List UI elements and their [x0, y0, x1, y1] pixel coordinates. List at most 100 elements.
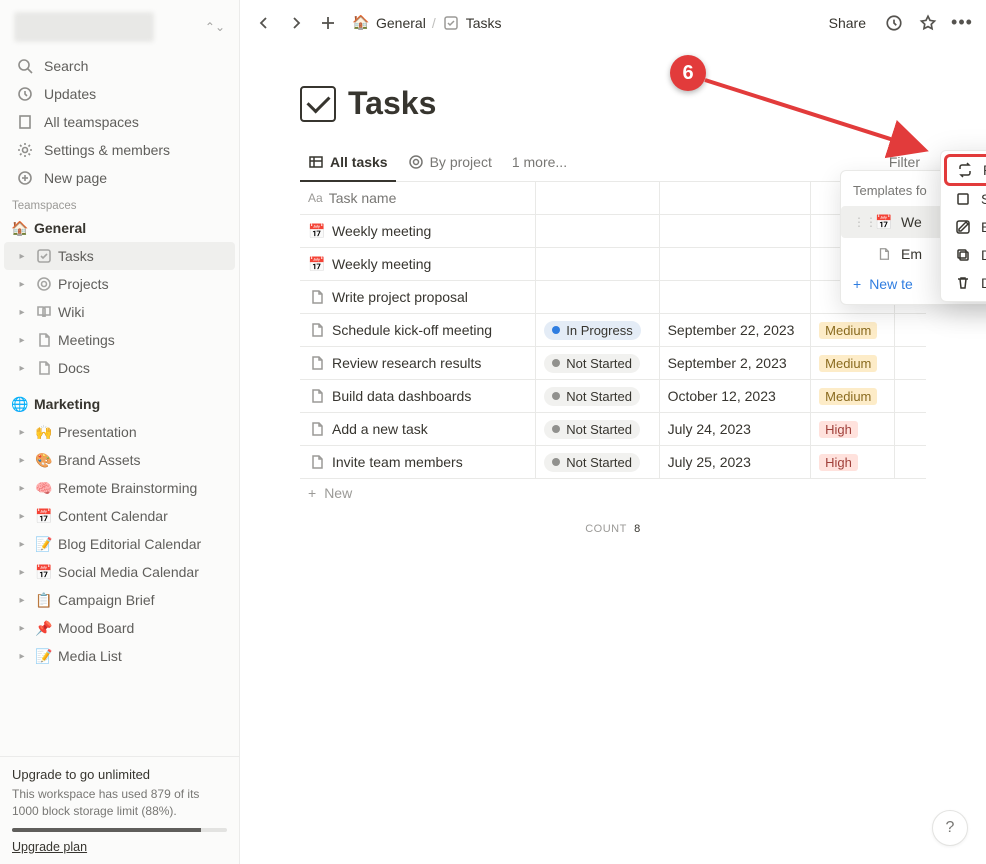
task-name[interactable]: Weekly meeting — [332, 223, 431, 239]
task-status[interactable]: Not Started — [536, 380, 659, 412]
chevron-right-icon[interactable]: ▸ — [14, 452, 30, 468]
table-row[interactable]: Schedule kick-off meeting In ProgressSept… — [300, 314, 926, 347]
chevron-right-icon[interactable]: ▸ — [14, 508, 30, 524]
chevron-right-icon[interactable]: ▸ — [14, 360, 30, 376]
sidebar-all-teamspaces[interactable]: All teamspaces — [6, 108, 233, 136]
view-tab-more[interactable]: 1 more... — [504, 147, 575, 177]
page-wiki[interactable]: ▸ Wiki — [4, 298, 235, 326]
sidebar-settings[interactable]: Settings & members — [6, 136, 233, 164]
share-button[interactable]: Share — [823, 11, 872, 35]
menu-delete[interactable]: Delete — [945, 269, 986, 297]
page-docs[interactable]: ▸ Docs — [4, 354, 235, 382]
page-media-list[interactable]: ▸📝Media List — [4, 642, 235, 670]
table-row[interactable]: Review research results Not StartedSeptem… — [300, 347, 926, 380]
task-priority[interactable]: Medium — [811, 347, 895, 379]
nav-forward-button[interactable] — [284, 11, 308, 35]
task-name[interactable]: Review research results — [332, 355, 481, 371]
task-status[interactable]: Not Started — [536, 446, 659, 478]
table-row[interactable]: Build data dashboards Not StartedOctober … — [300, 380, 926, 413]
new-tab-button[interactable] — [316, 11, 340, 35]
chevron-right-icon[interactable]: ▸ — [14, 648, 30, 664]
task-name[interactable]: Invite team members — [332, 454, 463, 470]
task-name[interactable]: Write project proposal — [332, 289, 468, 305]
page-presentation[interactable]: ▸🙌Presentation — [4, 418, 235, 446]
table-row[interactable]: Invite team members Not StartedJuly 25, 2… — [300, 446, 926, 479]
page-brand-assets[interactable]: ▸🎨Brand Assets — [4, 446, 235, 474]
task-priority[interactable]: High — [811, 413, 895, 445]
chevron-right-icon[interactable]: ▸ — [14, 592, 30, 608]
chevron-right-icon[interactable]: ▸ — [14, 332, 30, 348]
task-name[interactable]: Add a new task — [332, 421, 428, 437]
task-status[interactable] — [536, 248, 659, 280]
chevron-right-icon[interactable]: ▸ — [14, 304, 30, 320]
more-button[interactable]: ••• — [950, 11, 974, 35]
help-button[interactable]: ? — [932, 810, 968, 846]
table-row[interactable]: 📅Weekly meeting — [300, 215, 926, 248]
task-name[interactable]: Weekly meeting — [332, 256, 431, 272]
task-status[interactable]: Not Started — [536, 347, 659, 379]
page-mood-board[interactable]: ▸📌Mood Board — [4, 614, 235, 642]
page-campaign-brief[interactable]: ▸📋Campaign Brief — [4, 586, 235, 614]
upgrade-link[interactable]: Upgrade plan — [12, 840, 87, 854]
task-priority[interactable]: Medium — [811, 380, 895, 412]
page-projects[interactable]: ▸ Projects — [4, 270, 235, 298]
page-icon-checkbox[interactable] — [300, 86, 336, 122]
view-tab-by-project[interactable]: By project — [400, 147, 500, 177]
page-social-media-calendar[interactable]: ▸📅Social Media Calendar — [4, 558, 235, 586]
view-tab-all-tasks[interactable]: All tasks — [300, 142, 396, 182]
clock-button[interactable] — [882, 11, 906, 35]
task-status[interactable]: In Progress — [536, 314, 659, 346]
page-meetings[interactable]: ▸ Meetings — [4, 326, 235, 354]
breadcrumb-parent[interactable]: General — [376, 15, 426, 31]
workspace-switcher[interactable]: ⌃⌄ — [8, 8, 231, 46]
column-header-status[interactable] — [536, 182, 659, 214]
task-date[interactable]: September 22, 2023 — [660, 314, 812, 346]
drag-handle-icon[interactable]: ⋮⋮ — [853, 215, 867, 229]
task-status[interactable] — [536, 215, 659, 247]
menu-edit[interactable]: Edit — [945, 213, 986, 241]
task-date[interactable]: October 12, 2023 — [660, 380, 812, 412]
sidebar-search[interactable]: Search — [6, 52, 233, 80]
table-row[interactable]: Add a new task Not StartedJuly 24, 2023Hi… — [300, 413, 926, 446]
chevron-right-icon[interactable]: ▸ — [14, 248, 30, 264]
chevron-right-icon[interactable]: ▸ — [14, 620, 30, 636]
breadcrumb-current[interactable]: Tasks — [466, 15, 502, 31]
column-header-name[interactable]: Aa Task name — [300, 182, 536, 214]
task-date[interactable] — [660, 215, 812, 247]
task-date[interactable] — [660, 281, 812, 313]
chevron-right-icon[interactable]: ▸ — [14, 276, 30, 292]
task-status[interactable] — [536, 281, 659, 313]
new-row-button[interactable]: + New — [300, 479, 926, 507]
task-date[interactable] — [660, 248, 812, 280]
task-date[interactable]: July 24, 2023 — [660, 413, 812, 445]
chevron-right-icon[interactable]: ▸ — [14, 536, 30, 552]
chevron-right-icon[interactable]: ▸ — [14, 480, 30, 496]
sidebar-updates[interactable]: Updates — [6, 80, 233, 108]
table-row[interactable]: Write project proposal — [300, 281, 926, 314]
nav-back-button[interactable] — [252, 11, 276, 35]
page-blog-editorial-calendar[interactable]: ▸📝Blog Editorial Calendar — [4, 530, 235, 558]
task-status[interactable]: Not Started — [536, 413, 659, 445]
filter-button[interactable]: Filter — [889, 154, 920, 170]
page-title[interactable]: Tasks — [348, 85, 436, 122]
menu-repeat[interactable]: Repeat Off ⌄ — [944, 154, 986, 186]
task-date[interactable]: July 25, 2023 — [660, 446, 812, 478]
chevron-right-icon[interactable]: ▸ — [14, 424, 30, 440]
star-button[interactable] — [916, 11, 940, 35]
table-row[interactable]: 📅Weekly meeting — [300, 248, 926, 281]
teamspace-general[interactable]: 🏠 General — [4, 214, 235, 242]
task-date[interactable]: September 2, 2023 — [660, 347, 812, 379]
page-tasks[interactable]: ▸ Tasks — [4, 242, 235, 270]
task-priority[interactable]: High — [811, 446, 895, 478]
column-header-date[interactable] — [660, 182, 812, 214]
sidebar-new-page[interactable]: New page — [6, 164, 233, 192]
page-remote-brainstorming[interactable]: ▸🧠Remote Brainstorming — [4, 474, 235, 502]
menu-set-default[interactable]: Set as default — [945, 185, 986, 213]
page-content-calendar[interactable]: ▸📅Content Calendar — [4, 502, 235, 530]
task-name[interactable]: Schedule kick-off meeting — [332, 322, 492, 338]
menu-duplicate[interactable]: Duplicate — [945, 241, 986, 269]
teamspace-marketing[interactable]: 🌐 Marketing — [4, 390, 235, 418]
task-name[interactable]: Build data dashboards — [332, 388, 471, 404]
task-priority[interactable]: Medium — [811, 314, 895, 346]
chevron-right-icon[interactable]: ▸ — [14, 564, 30, 580]
